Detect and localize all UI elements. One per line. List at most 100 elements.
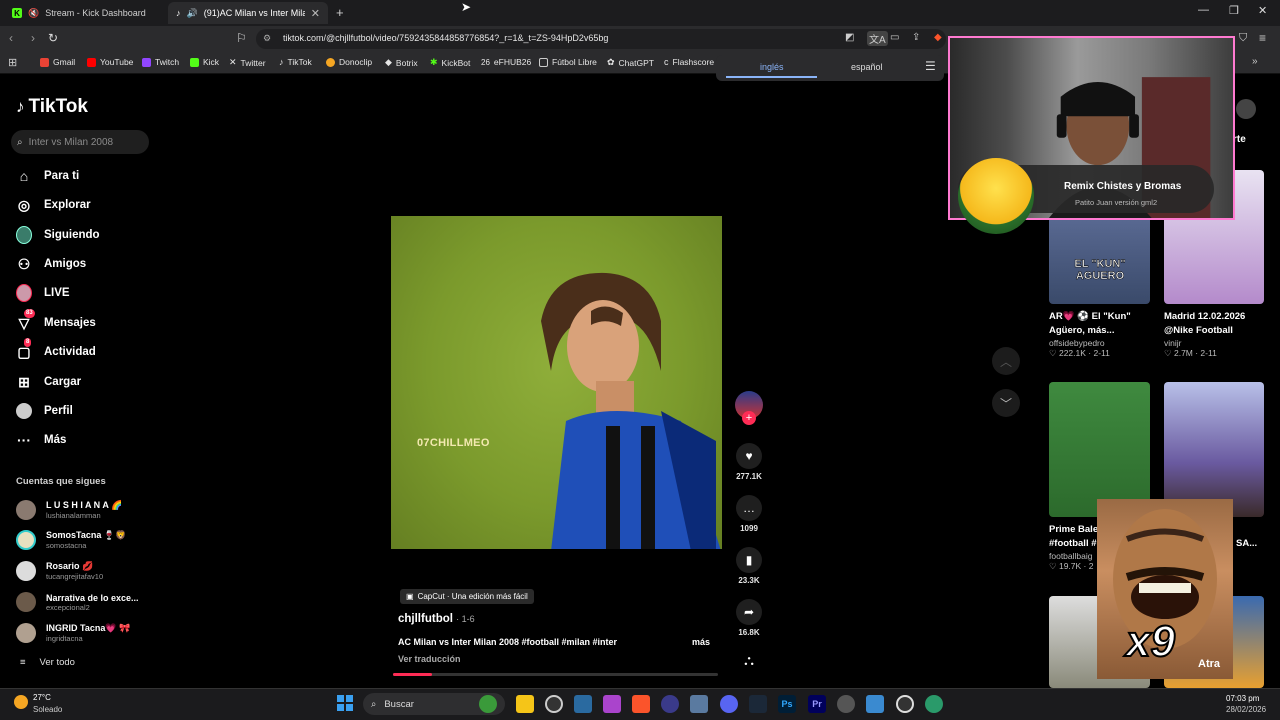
- account-item[interactable]: Rosario 💋 tucangrejitafav10: [16, 558, 103, 584]
- cast-icon[interactable]: ▭: [890, 32, 899, 43]
- feed-item[interactable]: SA...: [1236, 537, 1257, 551]
- share-icon[interactable]: ⇪: [912, 32, 920, 43]
- bookmark-kickbot[interactable]: ✱ KickBot: [430, 57, 470, 68]
- profile-avatar[interactable]: [1236, 99, 1256, 119]
- back-icon[interactable]: ‹: [9, 31, 13, 45]
- reader-mode-icon[interactable]: ◩: [845, 32, 854, 43]
- account-item[interactable]: INGRID Tacna💗 🎀 ingridtacna: [16, 620, 130, 646]
- like-button[interactable]: ♥ 277.1K: [735, 443, 763, 481]
- bookmark-tiktok[interactable]: ♪ TikTok: [279, 57, 312, 67]
- bookmark-chatgpt[interactable]: ✿ ChatGPT: [607, 57, 654, 68]
- share-button[interactable]: ➦ 16.8K: [735, 599, 763, 637]
- account-item[interactable]: L U S H I A N A 🌈 lushianalamman: [16, 497, 122, 523]
- forward-icon[interactable]: ›: [31, 31, 35, 45]
- nav-mensajes[interactable]: ▽ 83 Mensajes: [16, 309, 96, 333]
- edge-icon[interactable]: [925, 695, 943, 713]
- apps-icon[interactable]: ⊞: [8, 56, 17, 69]
- feed-item[interactable]: Madrid 12.02.2026 @Nike Football vinijr …: [1164, 310, 1274, 359]
- video-player[interactable]: [391, 216, 722, 549]
- app-icon[interactable]: [603, 695, 621, 713]
- nav-actividad[interactable]: ▢ 8 Actividad: [16, 338, 96, 362]
- feed-thumbnail[interactable]: [1049, 382, 1150, 517]
- notepad-icon[interactable]: [866, 695, 884, 713]
- nav-live[interactable]: LIVE: [16, 283, 70, 303]
- feed-item[interactable]: AR💗 ⚽ El "Kun" Agüero, más... offsidebyp…: [1049, 310, 1159, 359]
- account-handle: excepcional2: [46, 602, 90, 612]
- brave-shield-icon[interactable]: ◆: [934, 32, 942, 43]
- site-info-icon[interactable]: ⚙: [263, 33, 271, 44]
- discord-icon[interactable]: [720, 695, 738, 713]
- creator-avatar-button[interactable]: +: [735, 391, 763, 425]
- nav-explorar[interactable]: ◎ Explorar: [16, 195, 91, 215]
- capcut-tag[interactable]: ▣ CapCut · Una edición más fácil: [400, 589, 534, 604]
- calculator-icon[interactable]: [690, 695, 708, 713]
- video-progress-bar[interactable]: [393, 673, 718, 676]
- nav-amigos[interactable]: ⚇ Amigos: [16, 254, 86, 274]
- save-button[interactable]: ▮ 23.3K: [735, 547, 763, 585]
- bookmark-kick[interactable]: Kick: [190, 57, 219, 67]
- maximize-button[interactable]: ❐: [1229, 4, 1239, 17]
- comment-button[interactable]: … 1099: [735, 495, 763, 533]
- translate-menu-icon[interactable]: ☰: [925, 59, 936, 73]
- active-tab-indicator: [726, 76, 817, 78]
- translate-icon[interactable]: 文A: [867, 31, 888, 46]
- windows-start-icon[interactable]: [337, 695, 353, 711]
- follow-plus-icon[interactable]: +: [742, 411, 756, 425]
- see-translation-link[interactable]: Ver traducción: [398, 654, 461, 664]
- brave-icon[interactable]: [632, 695, 650, 713]
- tab-tiktok-video[interactable]: ♪ 🔊 (91)AC Milan vs Inter Milan 2(… ✕: [168, 2, 328, 24]
- account-item[interactable]: SomosTacna 🍷🦁 somostacna: [16, 527, 126, 553]
- photoshop-icon[interactable]: Ps: [778, 695, 796, 713]
- bookmark-label: Twitter: [240, 57, 266, 68]
- tab-kick-dashboard[interactable]: K 🔇 Stream - Kick Dashboard: [4, 2, 166, 24]
- next-video-button[interactable]: ﹀: [992, 389, 1020, 417]
- close-window-button[interactable]: ✕: [1258, 4, 1267, 17]
- nav-label: Amigos: [44, 258, 87, 270]
- bookmark-youtube[interactable]: YouTube: [87, 57, 133, 67]
- tiktok-logo[interactable]: ♪ TikTok: [16, 96, 88, 118]
- bookmark-gmail[interactable]: Gmail: [40, 57, 75, 67]
- premiere-icon[interactable]: Pr: [808, 695, 826, 713]
- new-tab-button[interactable]: +: [336, 5, 344, 20]
- media-player-icon[interactable]: [896, 695, 914, 713]
- bookmark-efhub[interactable]: 26 eFHUB26: [481, 57, 531, 67]
- nav-perfil[interactable]: Perfil: [16, 401, 73, 421]
- music-disc-icon[interactable]: ⛬: [735, 652, 763, 669]
- search-input[interactable]: ⌕ Inter vs Milan 2008: [11, 130, 149, 154]
- bookmark-twitch[interactable]: Twitch: [142, 57, 179, 67]
- close-tab-icon[interactable]: ✕: [311, 7, 320, 20]
- feed-thumbnail[interactable]: [1164, 382, 1264, 517]
- minimize-button[interactable]: —: [1198, 4, 1209, 16]
- nav-para-ti[interactable]: ⌂ Para ti: [16, 166, 79, 186]
- nav-cargar[interactable]: ⊞ Cargar: [16, 372, 81, 392]
- file-explorer-icon[interactable]: [516, 695, 534, 713]
- lang-english-tab[interactable]: inglés: [760, 62, 784, 72]
- nav-mas[interactable]: ··· Más: [16, 430, 66, 450]
- caption-more-link[interactable]: más: [692, 637, 710, 647]
- reload-icon[interactable]: ↻: [48, 31, 58, 45]
- bookmark-twitter[interactable]: ✕ Twitter: [229, 57, 266, 68]
- bookmark-flashscore[interactable]: ϲ Flashscore: [664, 57, 714, 67]
- menu-icon[interactable]: ≡: [1259, 31, 1266, 45]
- bookmark-icon[interactable]: ⚐: [236, 31, 247, 45]
- bookmark-futbol-libre[interactable]: Fútbol Libre: [539, 57, 597, 67]
- account-item[interactable]: Narrativa de lo exce... excepcional2: [16, 589, 139, 615]
- clock-time[interactable]: 07:03 pm: [1226, 694, 1259, 703]
- lang-spanish-tab[interactable]: español: [851, 62, 883, 72]
- bookmark-botrix[interactable]: ◆ Botrix: [385, 57, 418, 68]
- video-author[interactable]: chjllfutbol · 1-6: [398, 613, 475, 625]
- bookmark-donoclip[interactable]: Donoclip: [326, 57, 372, 67]
- weather-temp[interactable]: 27°C: [33, 693, 51, 702]
- app-icon[interactable]: [574, 695, 592, 713]
- obs-icon[interactable]: [545, 695, 563, 713]
- bookmark-label: Twitch: [155, 57, 180, 67]
- settings-icon[interactable]: [837, 695, 855, 713]
- bookmarks-overflow-icon[interactable]: »: [1252, 56, 1258, 67]
- previous-video-button[interactable]: ︿: [992, 347, 1020, 375]
- see-all-button[interactable]: ≡ Ver todo: [20, 657, 75, 668]
- app-icon[interactable]: [661, 695, 679, 713]
- nav-siguiendo[interactable]: Siguiendo: [16, 225, 100, 245]
- vpn-icon[interactable]: ⛉: [1239, 32, 1247, 45]
- capcut-label: CapCut · Una edición más fácil: [417, 592, 528, 601]
- steam-icon[interactable]: [749, 695, 767, 713]
